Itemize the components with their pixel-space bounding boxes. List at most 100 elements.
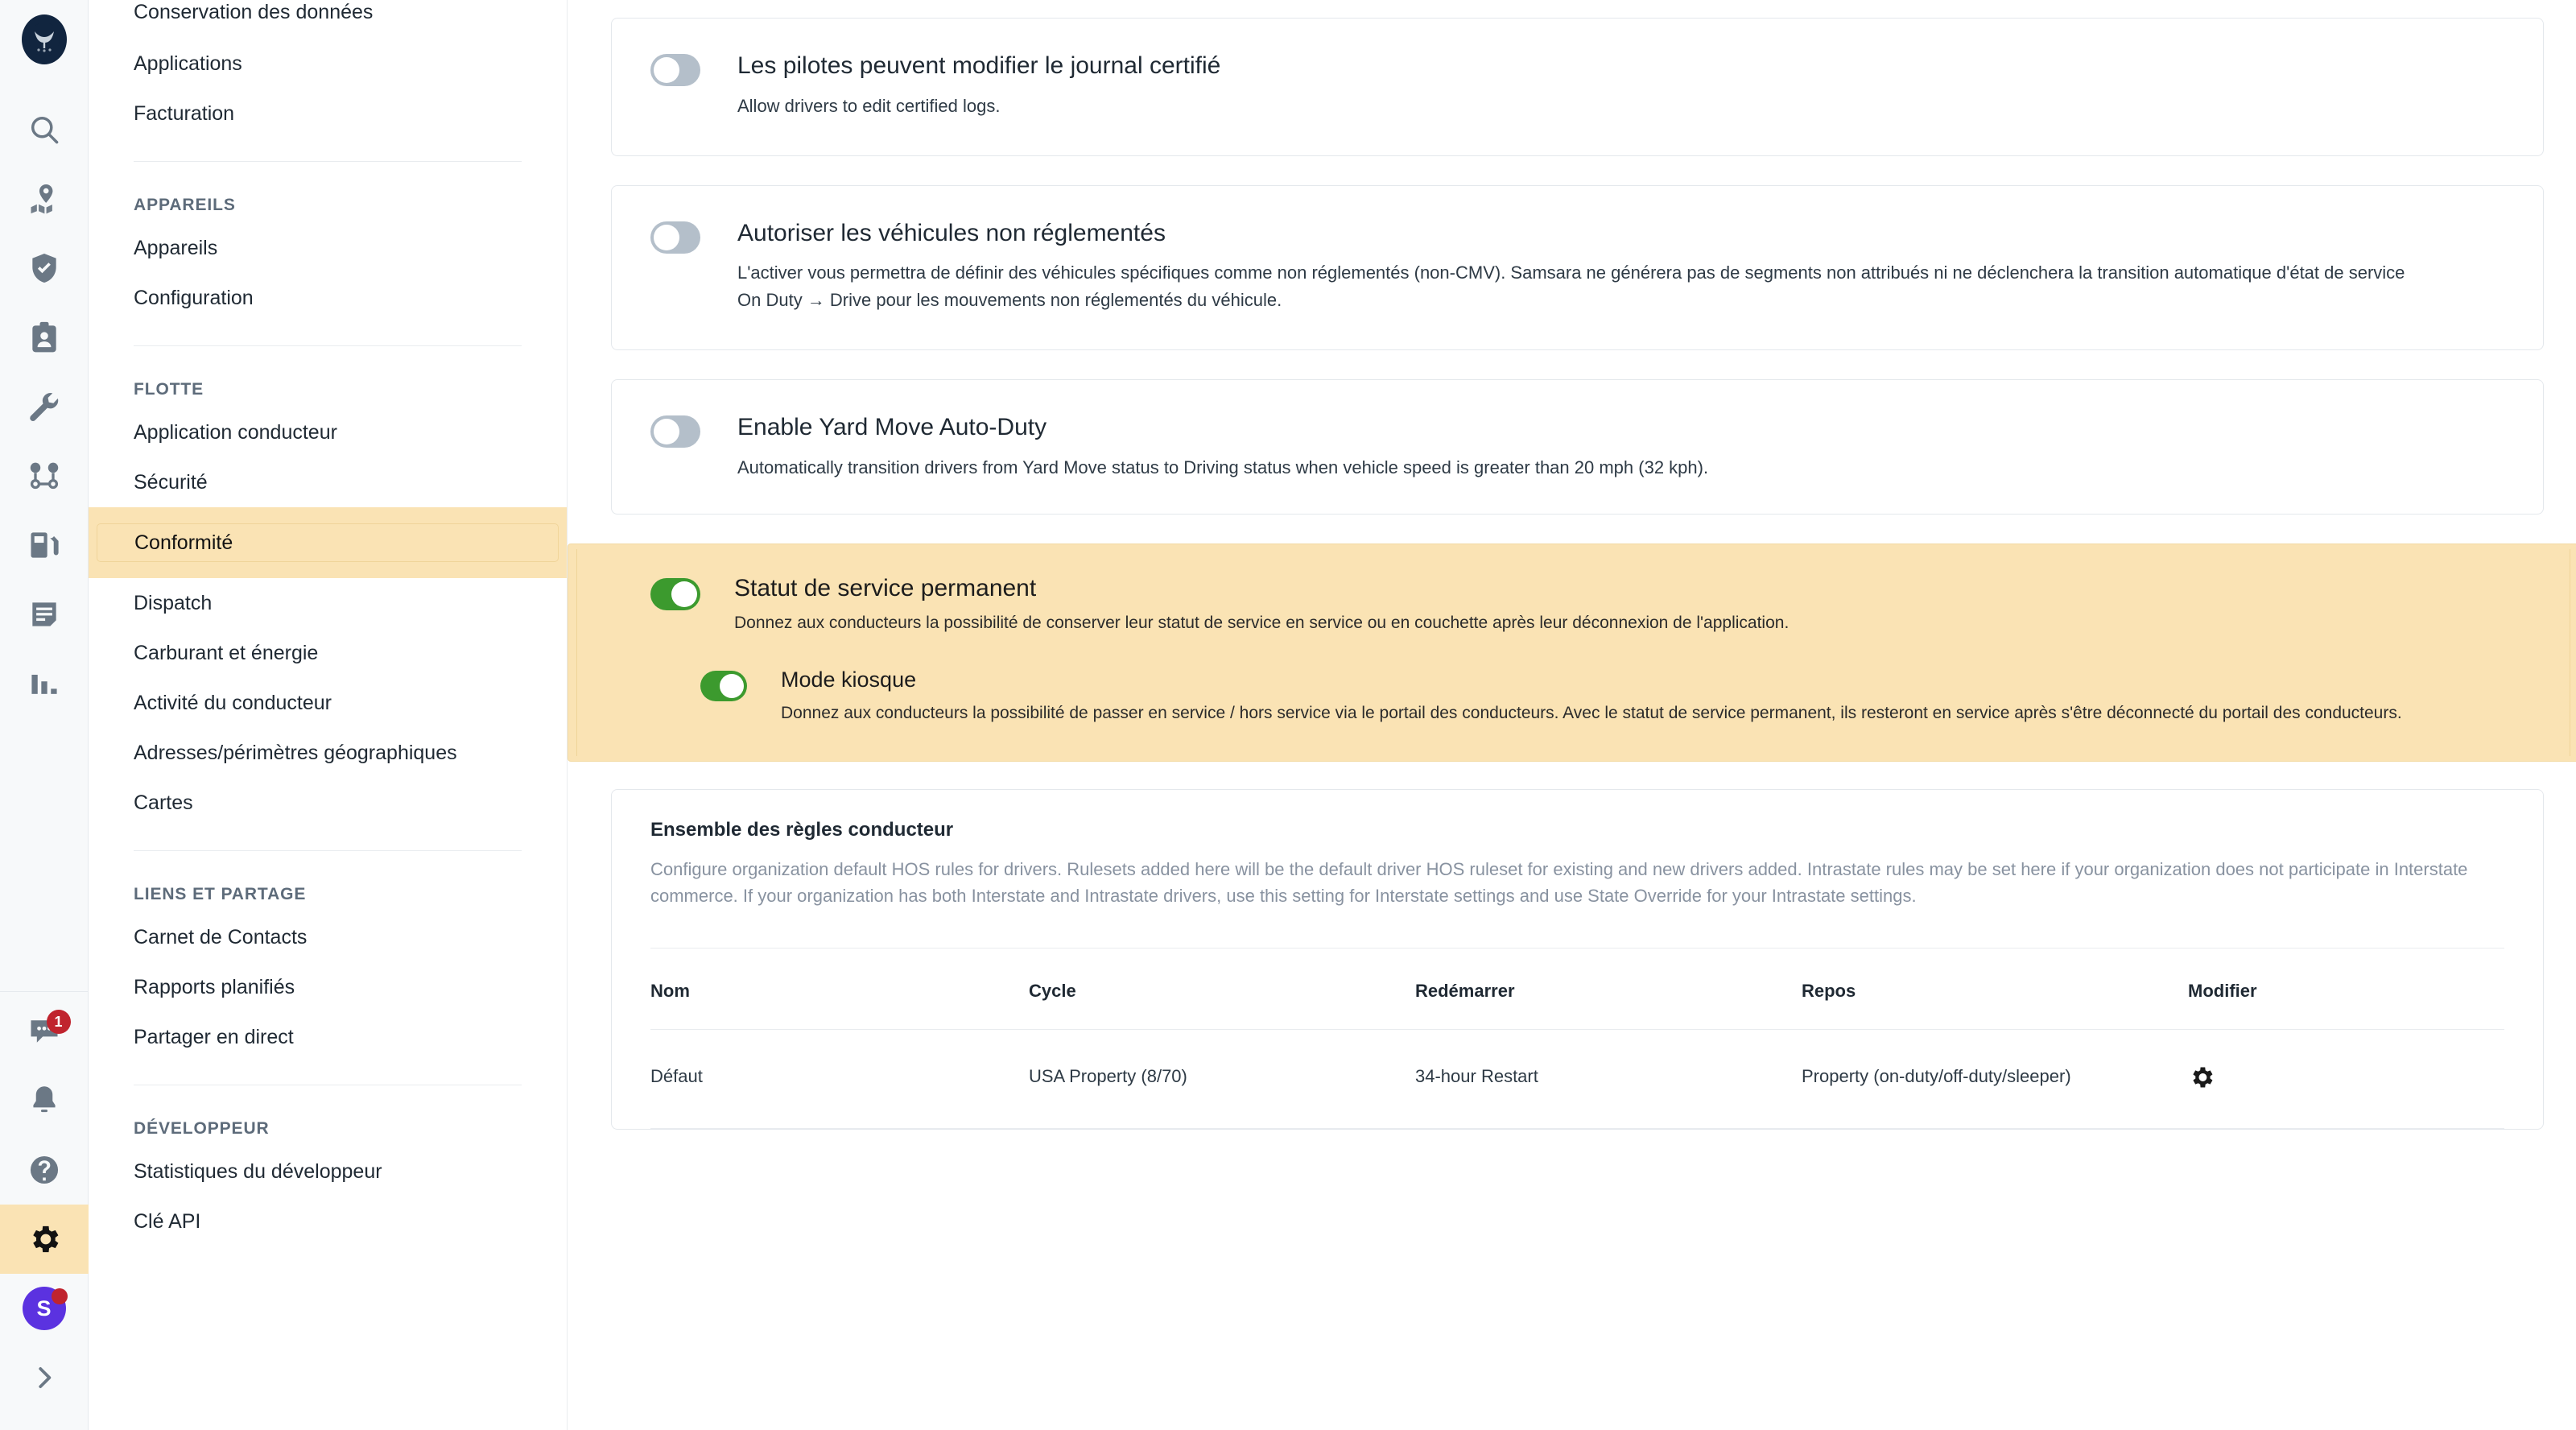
- column-header-nom: Nom: [650, 948, 1029, 1030]
- settings-sidebar: Conservation des données Applications Fa…: [89, 0, 568, 1430]
- shield-check-icon[interactable]: [0, 234, 89, 303]
- nav-group-flotte: FLOTTE Application conducteur Sécurité C…: [89, 380, 567, 828]
- toggle-knob: [654, 419, 679, 445]
- kiosk-mode-body: Mode kiosque Donnez aux conducteurs la p…: [781, 667, 2402, 727]
- sidebar-item-securite[interactable]: Sécurité: [89, 457, 567, 507]
- ruleset-table: Nom Cycle Redémarrer Repos Modifier Défa…: [650, 948, 2504, 1129]
- cell-modifier: [2188, 1029, 2504, 1129]
- toggle-knob: [671, 581, 697, 607]
- setting-card-body: Autoriser les véhicules non réglementés …: [737, 218, 2428, 315]
- sidebar-item-dispatch[interactable]: Dispatch: [89, 578, 567, 628]
- setting-description: L'activer vous permettra de définir des …: [737, 262, 2405, 311]
- document-icon[interactable]: [0, 580, 89, 649]
- settings-list: Les pilotes peuvent modifier le journal …: [568, 0, 2576, 1130]
- sidebar-heading-flotte: FLOTTE: [134, 380, 204, 399]
- ruleset-table-head: Nom Cycle Redémarrer Repos Modifier: [650, 948, 2504, 1030]
- toggle-knob: [654, 57, 679, 83]
- ruleset-description: Configure organization default HOS rules…: [650, 858, 2468, 906]
- ruleset-title: Ensemble des règles conducteur: [650, 818, 954, 841]
- toggle-persistent-duty-status[interactable]: [650, 577, 700, 610]
- toggle-kiosk-mode[interactable]: [700, 671, 747, 702]
- sidebar-item-carnet-de-contacts[interactable]: Carnet de Contacts: [89, 912, 567, 962]
- setting-title: Les pilotes peuvent modifier le journal …: [737, 52, 1221, 79]
- sidebar-divider: [134, 345, 522, 346]
- sidebar-item-conformite-label: Conformité: [97, 523, 559, 562]
- setting-description: Donnez aux conducteurs la possibilité de…: [734, 613, 1790, 632]
- sidebar-item-rapports-planifies[interactable]: Rapports planifiés: [89, 962, 567, 1012]
- icon-rail-top: [0, 0, 89, 718]
- setting-title: Statut de service permanent: [734, 574, 1037, 601]
- toggle-knob: [720, 674, 744, 699]
- sidebar-item-partager-en-direct[interactable]: Partager en direct: [89, 1012, 567, 1062]
- rail-divider: [0, 991, 89, 992]
- table-header-row: Nom Cycle Redémarrer Repos Modifier: [650, 948, 2504, 1030]
- help-circle-icon[interactable]: [0, 1135, 89, 1205]
- bell-icon[interactable]: [0, 1066, 89, 1135]
- sidebar-item-cle-api[interactable]: Clé API: [89, 1196, 567, 1246]
- gear-icon[interactable]: [2188, 1064, 2504, 1091]
- toggle-allow-non-regulated-vehicles[interactable]: [650, 221, 700, 254]
- sub-setting-title: Mode kiosque: [781, 667, 917, 692]
- setting-title: Enable Yard Move Auto-Duty: [737, 414, 1047, 441]
- sidebar-item-applications[interactable]: Applications: [89, 39, 567, 89]
- sidebar-divider: [134, 850, 522, 851]
- chevron-right-icon[interactable]: [0, 1343, 89, 1412]
- avatar-status-dot: [51, 1288, 68, 1304]
- table-row: Défaut USA Property (8/70) 34-hour Resta…: [650, 1029, 2504, 1129]
- nav-group-liens-et-partage: LIENS ET PARTAGE Carnet de Contacts Rapp…: [89, 885, 567, 1062]
- setting-card-yard-move-auto-duty: Enable Yard Move Auto-Duty Automatically…: [611, 379, 2544, 515]
- nav-group-appareils: APPAREILS Appareils Configuration: [89, 196, 567, 323]
- setting-card-allow-non-regulated-vehicles: Autoriser les véhicules non réglementés …: [611, 184, 2544, 351]
- sidebar-item-activite-du-conducteur[interactable]: Activité du conducteur: [89, 678, 567, 728]
- sidebar-item-cartes[interactable]: Cartes: [89, 778, 567, 828]
- avatar[interactable]: S: [0, 1274, 89, 1343]
- wrench-icon[interactable]: [0, 372, 89, 441]
- cell-nom: Défaut: [650, 1029, 1029, 1129]
- chat-icon[interactable]: 1: [0, 997, 89, 1066]
- sidebar-item-carburant-et-energie[interactable]: Carburant et énergie: [89, 628, 567, 678]
- sidebar-heading-liens-et-partage: LIENS ET PARTAGE: [134, 885, 307, 903]
- column-header-cycle: Cycle: [1029, 948, 1415, 1030]
- app-root: 1 S Conservation des données Application…: [0, 0, 2576, 1430]
- sidebar-heading-appareils: APPAREILS: [134, 196, 236, 214]
- ruleset-table-body: Défaut USA Property (8/70) 34-hour Resta…: [650, 1029, 2504, 1129]
- search-icon[interactable]: [0, 95, 89, 164]
- fuel-pump-icon[interactable]: [0, 510, 89, 580]
- id-badge-icon[interactable]: [0, 303, 89, 372]
- bar-chart-icon[interactable]: [0, 649, 89, 718]
- sidebar-item-adresses-perimetres-geographiques[interactable]: Adresses/périmètres géographiques: [89, 728, 567, 778]
- sidebar-item-statistiques-du-developpeur[interactable]: Statistiques du développeur: [89, 1147, 567, 1196]
- toggle-yard-move-auto-duty[interactable]: [650, 415, 700, 448]
- setting-card-persistent-duty-status-highlighted: Statut de service permanent Donnez aux c…: [568, 543, 2576, 762]
- kiosk-mode-row: Mode kiosque Donnez aux conducteurs la p…: [700, 667, 2543, 727]
- cell-repos: Property (on-duty/off-duty/sleeper): [1802, 1029, 2188, 1129]
- map-location-icon[interactable]: [0, 164, 89, 234]
- driver-ruleset-section: Ensemble des règles conducteur Configure…: [611, 788, 2544, 1130]
- toggle-edit-certified-logs[interactable]: [650, 54, 700, 86]
- column-header-modifier: Modifier: [2188, 948, 2504, 1030]
- setting-card-edit-certified-logs: Les pilotes peuvent modifier le journal …: [611, 18, 2544, 156]
- routes-icon[interactable]: [0, 441, 89, 510]
- sidebar-heading-developpeur: DÉVELOPPEUR: [134, 1119, 270, 1138]
- nav-group-general: Conservation des données Applications Fa…: [89, 0, 567, 138]
- sidebar-item-application-conducteur[interactable]: Application conducteur: [89, 407, 567, 457]
- sub-setting-description: Donnez aux conducteurs la possibilité de…: [781, 704, 2402, 723]
- gear-icon[interactable]: [0, 1205, 89, 1274]
- sidebar-divider: [134, 161, 522, 162]
- persistent-duty-status-body: Statut de service permanent Donnez aux c…: [734, 575, 1789, 636]
- samsara-logo[interactable]: [21, 14, 67, 64]
- sidebar-item-appareils[interactable]: Appareils: [89, 223, 567, 273]
- cell-redemarrer: 34-hour Restart: [1415, 1029, 1802, 1129]
- cell-cycle: USA Property (8/70): [1029, 1029, 1415, 1129]
- sidebar-item-conservation-des-donnees[interactable]: Conservation des données: [89, 0, 567, 39]
- setting-card-body: Enable Yard Move Auto-Duty Automatically…: [737, 412, 1708, 481]
- sidebar-item-conformite[interactable]: Conformité: [89, 507, 567, 578]
- column-header-redemarrer: Redémarrer: [1415, 948, 1802, 1030]
- sidebar-item-configuration[interactable]: Configuration: [89, 273, 567, 323]
- icon-rail: 1 S: [0, 0, 89, 1430]
- sidebar-item-facturation[interactable]: Facturation: [89, 89, 567, 138]
- setting-description: Automatically transition drivers from Ya…: [737, 457, 1709, 477]
- persistent-duty-status-row: Statut de service permanent Donnez aux c…: [650, 575, 2543, 636]
- chat-unread-badge: 1: [46, 1010, 71, 1034]
- setting-description: Allow drivers to edit certified logs.: [737, 95, 1001, 116]
